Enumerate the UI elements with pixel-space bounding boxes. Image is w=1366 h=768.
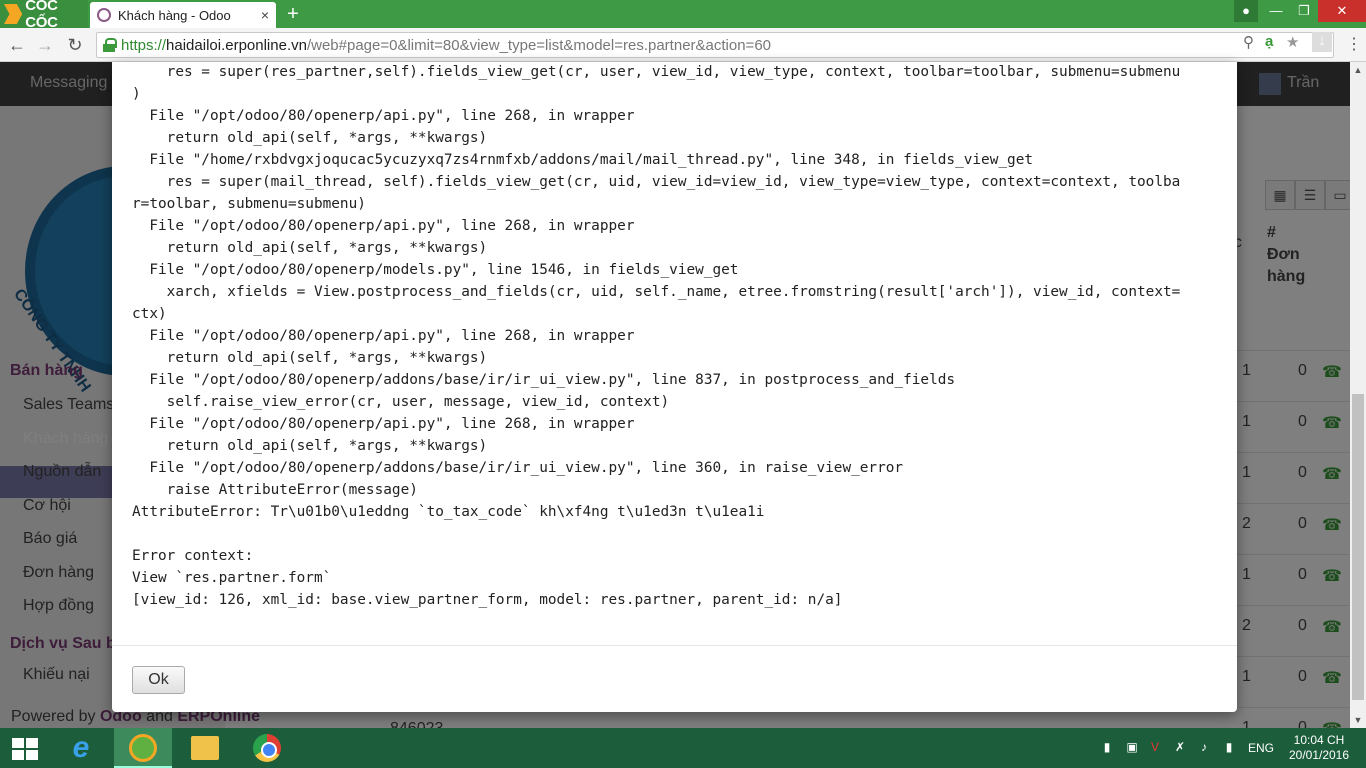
- internet-explorer-icon: e: [72, 731, 90, 764]
- download-icon[interactable]: ↓: [1312, 32, 1332, 52]
- tab-title: Khách hàng - Odoo: [118, 7, 231, 23]
- address-bar[interactable]: https:// haidailoi.erponline.vn /web#pag…: [96, 32, 1334, 58]
- bookmark-star-icon[interactable]: ★: [1286, 33, 1299, 51]
- tab-close-icon[interactable]: ×: [261, 7, 269, 23]
- tray-window-icon[interactable]: ▣: [1125, 740, 1139, 756]
- browser-tab-active[interactable]: Khách hàng - Odoo ×: [90, 2, 276, 28]
- zoom-icon[interactable]: ⚲: [1243, 33, 1254, 51]
- traceback-panel[interactable]: res = super(res_partner,self).fields_vie…: [132, 62, 1217, 644]
- taskbar-chrome[interactable]: [238, 728, 296, 768]
- page-scrollbar[interactable]: ▲ ▼: [1350, 62, 1366, 728]
- new-tab-button[interactable]: +: [282, 3, 304, 25]
- url-scheme: https://: [121, 36, 167, 54]
- windows-logo-icon: [12, 738, 38, 760]
- scroll-up-arrow-icon[interactable]: ▲: [1350, 62, 1366, 78]
- antivirus-icon[interactable]: V: [1148, 740, 1162, 756]
- start-button[interactable]: [0, 728, 58, 768]
- browser-tab-strip: CỐC CỐC Khách hàng - Odoo × + ● — ❐ ✕: [0, 0, 1366, 31]
- close-window-button[interactable]: ✕: [1318, 0, 1366, 22]
- scrollbar-thumb[interactable]: [1352, 394, 1364, 700]
- forward-arrow-icon[interactable]: →: [33, 33, 57, 57]
- clock-date: 20/01/2016: [1288, 748, 1350, 762]
- language-indicator[interactable]: ENG: [1248, 741, 1274, 755]
- taskbar-file-explorer[interactable]: [176, 728, 234, 768]
- signal-icon[interactable]: ▮: [1100, 740, 1114, 756]
- volume-muted-icon[interactable]: ♪: [1197, 740, 1211, 756]
- reload-icon[interactable]: ↻: [63, 33, 87, 57]
- windows-taskbar: e ▮ ▣ V ✗ ♪ ▮ ENG 10:04 CH 20/01/2016: [0, 728, 1366, 768]
- brand-label: CỐC CỐC: [25, 0, 58, 31]
- back-arrow-icon[interactable]: ←: [5, 33, 29, 57]
- coccoc-icon: [129, 734, 157, 762]
- lock-icon: [103, 38, 117, 52]
- error-traceback: res = super(res_partner,self).fields_vie…: [132, 64, 1181, 608]
- error-dialog: res = super(res_partner,self).fields_vie…: [112, 62, 1237, 712]
- dialog-footer: Ok: [112, 645, 1237, 712]
- odoo-favicon-icon: [97, 8, 111, 22]
- network-disconnected-icon[interactable]: ✗: [1173, 740, 1187, 756]
- coccoc-dictionary-icon[interactable]: ạ: [1265, 33, 1273, 50]
- ok-button[interactable]: Ok: [132, 666, 185, 694]
- battery-icon[interactable]: ▮: [1222, 740, 1236, 756]
- chrome-icon: [253, 734, 281, 762]
- clock-time: 10:04 CH: [1293, 733, 1345, 747]
- url-path: /web#page=0&limit=80&view_type=list&mode…: [306, 36, 772, 54]
- folder-icon: [191, 736, 219, 760]
- taskbar-coccoc[interactable]: [114, 728, 172, 768]
- url-host: haidailoi.erponline.vn: [166, 36, 307, 54]
- restore-window-button[interactable]: ❐: [1290, 0, 1318, 22]
- taskbar-internet-explorer[interactable]: e: [52, 728, 110, 768]
- coccoc-brand[interactable]: CỐC CỐC: [0, 0, 88, 31]
- browser-menu-icon[interactable]: ⋮: [1346, 34, 1362, 54]
- coccoc-logo-icon: [4, 4, 23, 24]
- system-clock[interactable]: 10:04 CH 20/01/2016: [1287, 733, 1351, 763]
- scroll-down-arrow-icon[interactable]: ▼: [1350, 712, 1366, 728]
- browser-profile-button[interactable]: ●: [1234, 0, 1258, 22]
- browser-toolbar: ← → ↻ https:// haidailoi.erponline.vn /w…: [0, 28, 1366, 62]
- minimize-window-button[interactable]: —: [1262, 0, 1290, 22]
